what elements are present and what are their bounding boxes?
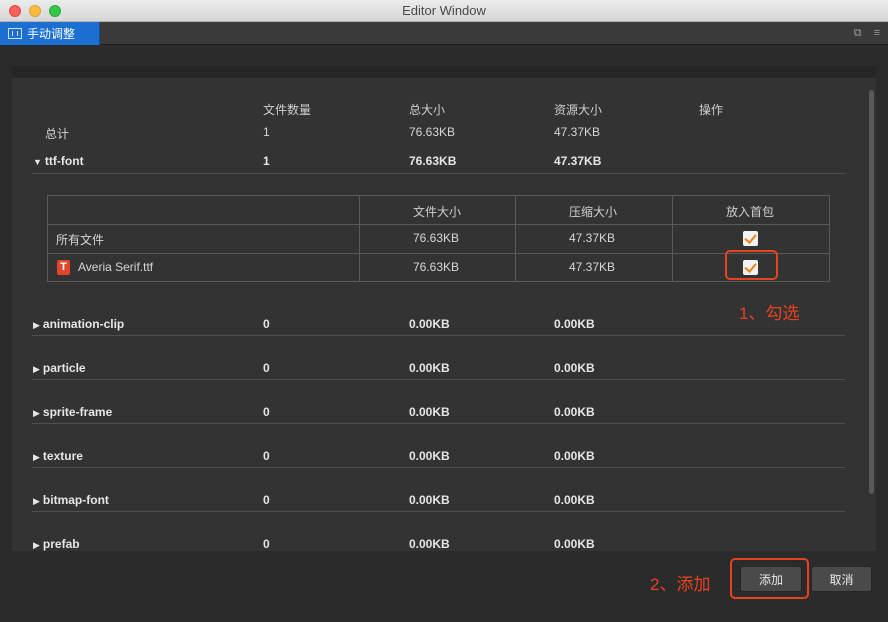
- group-count: 1: [263, 154, 270, 168]
- group-total-size: 0.00KB: [409, 493, 450, 507]
- collapse-triangle-icon[interactable]: ▶: [33, 364, 40, 374]
- collapse-triangle-icon[interactable]: ▶: [33, 320, 40, 330]
- tab-bar: 手动调整 ⧉ ≡: [0, 22, 888, 45]
- collapse-triangle-icon[interactable]: ▶: [33, 408, 40, 418]
- group-row-ttf-font[interactable]: ▼ ttf-font: [33, 154, 84, 168]
- total-size: 76.63KB: [409, 125, 456, 139]
- annotation-step2: 2、添加: [650, 575, 711, 594]
- tab-manual-adjust[interactable]: 手动调整: [0, 22, 100, 45]
- group-count: 0: [263, 361, 270, 375]
- detail-header-include-first-package: 放入首包: [726, 205, 775, 219]
- detail-row-all-files-name: 所有文件: [56, 233, 105, 247]
- group-row-sprite-frame[interactable]: ▶ sprite-frame: [33, 405, 112, 419]
- detail-row-font-compressed: 47.37KB: [569, 260, 616, 274]
- header-file-count: 文件数量: [263, 103, 312, 117]
- detail-row-all-files-compressed: 47.37KB: [569, 231, 616, 245]
- divider: [32, 467, 845, 468]
- annotation-step1: 1、勾选: [739, 304, 800, 323]
- divider: [32, 379, 845, 380]
- window-title: Editor Window: [402, 3, 486, 18]
- total-label: 总计: [45, 127, 70, 141]
- detail-row-font-size: 76.63KB: [413, 260, 460, 274]
- header-asset-size: 资源大小: [554, 103, 603, 117]
- window-titlebar: Editor Window: [0, 0, 888, 22]
- group-total-size: 0.00KB: [409, 537, 450, 551]
- group-count: 0: [263, 493, 270, 507]
- collapse-triangle-icon[interactable]: ▶: [33, 540, 40, 550]
- group-asset-size: 0.00KB: [554, 405, 595, 419]
- detail-row-font-name: Averia Serif.ttf: [78, 260, 154, 274]
- group-count: 0: [263, 449, 270, 463]
- detail-header-compressed-size: 压缩大小: [569, 205, 618, 219]
- group-count: 0: [263, 405, 270, 419]
- group-count: 0: [263, 317, 270, 331]
- group-total-size: 0.00KB: [409, 405, 450, 419]
- detail-header-file-size: 文件大小: [413, 205, 462, 219]
- group-asset-size: 0.00KB: [554, 317, 595, 331]
- panel-icon: [8, 28, 22, 39]
- scrollbar-thumb[interactable]: [869, 90, 874, 494]
- menu-icon[interactable]: ≡: [874, 27, 880, 40]
- group-row-bitmap-font[interactable]: ▶ bitmap-font: [33, 493, 109, 507]
- divider: [32, 173, 845, 174]
- group-name: bitmap-font: [42, 493, 109, 507]
- group-total-size: 0.00KB: [409, 449, 450, 463]
- group-name: sprite-frame: [42, 405, 113, 419]
- detail-row-all-files-size: 76.63KB: [413, 231, 460, 245]
- group-asset-size: 0.00KB: [554, 537, 595, 551]
- group-row-animation-clip[interactable]: ▶ animation-clip: [33, 317, 124, 331]
- group-name: prefab: [42, 537, 80, 551]
- header-total-size: 总大小: [409, 103, 446, 117]
- tab-label: 手动调整: [27, 27, 76, 41]
- header-action: 操作: [699, 103, 724, 117]
- group-row-texture[interactable]: ▶ texture: [33, 449, 83, 463]
- group-count: 0: [263, 537, 270, 551]
- divider: [32, 511, 845, 512]
- group-total-size: 76.63KB: [409, 154, 457, 168]
- group-asset-size: 0.00KB: [554, 361, 595, 375]
- group-name: animation-clip: [42, 317, 125, 331]
- group-name: ttf-font: [44, 154, 84, 168]
- all-files-include-checkbox[interactable]: [743, 231, 758, 246]
- total-count: 1: [263, 125, 270, 139]
- popout-icon[interactable]: ⧉: [854, 27, 862, 40]
- group-total-size: 0.00KB: [409, 317, 450, 331]
- group-asset-size: 0.00KB: [554, 449, 595, 463]
- group-row-particle[interactable]: ▶ particle: [33, 361, 86, 375]
- group-total-size: 0.00KB: [409, 361, 450, 375]
- cancel-button[interactable]: 取消: [811, 566, 872, 592]
- add-button[interactable]: 添加: [740, 566, 802, 592]
- group-row-prefab[interactable]: ▶ prefab: [33, 537, 80, 551]
- group-name: texture: [42, 449, 83, 463]
- annotation-highlight-checkbox: [725, 250, 778, 280]
- detail-table: 文件大小 压缩大小 放入首包 所有文件 76.63KB 47.37KB T Av…: [47, 195, 830, 282]
- main-panel: 文件数量 总大小 资源大小 操作 总计 1 76.63KB 47.37KB ▼ t…: [12, 66, 876, 551]
- divider: [32, 335, 845, 336]
- expand-triangle-icon[interactable]: ▼: [33, 157, 42, 167]
- collapse-triangle-icon[interactable]: ▶: [33, 496, 40, 506]
- font-file-icon: T: [57, 260, 70, 275]
- total-asset-size: 47.37KB: [554, 125, 601, 139]
- scrollbar[interactable]: [869, 90, 874, 551]
- collapse-triangle-icon[interactable]: ▶: [33, 452, 40, 462]
- group-name: particle: [42, 361, 86, 375]
- group-asset-size: 47.37KB: [554, 154, 602, 168]
- group-asset-size: 0.00KB: [554, 493, 595, 507]
- divider: [32, 423, 845, 424]
